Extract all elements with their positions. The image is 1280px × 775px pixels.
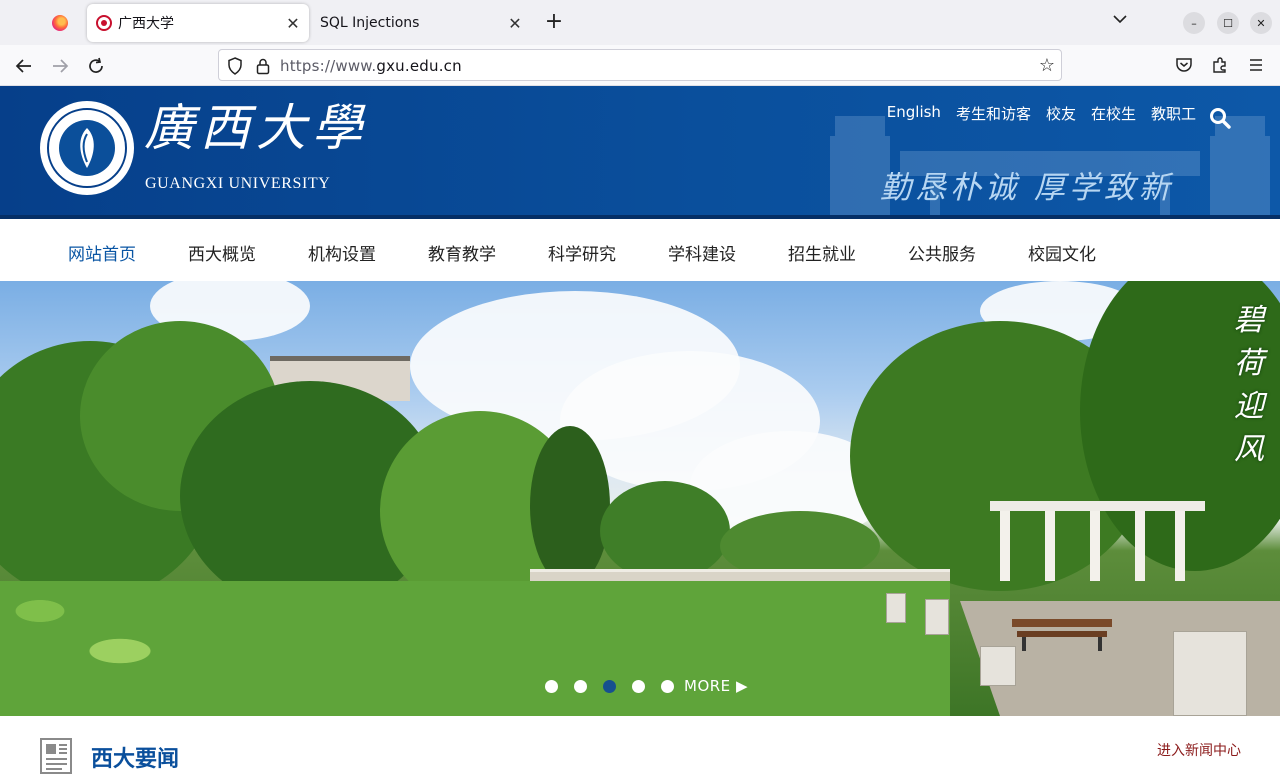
gxu-favicon-icon: [96, 15, 112, 31]
hero-banner[interactable]: 碧荷迎风 MORE ▶: [0, 281, 1280, 716]
close-tab-icon[interactable]: ✕: [503, 11, 527, 35]
close-tab-icon[interactable]: ✕: [281, 11, 305, 35]
top-link-prospective[interactable]: 考生和访客: [956, 103, 1031, 124]
carousel-dot[interactable]: [632, 680, 645, 693]
extensions-icon[interactable]: [1208, 53, 1232, 77]
maximize-icon[interactable]: ☐: [1217, 12, 1239, 34]
carousel-dots: [545, 680, 674, 693]
news-section-title: 西大要闻: [91, 747, 180, 772]
new-tab-icon[interactable]: +: [542, 11, 566, 35]
bookmark-star-icon[interactable]: ☆: [1039, 55, 1055, 76]
address-bar[interactable]: https://www.gxu.edu.cn ☆: [218, 49, 1062, 81]
tab-title: SQL Injections: [320, 15, 420, 31]
reload-icon[interactable]: [82, 52, 110, 80]
nav-research[interactable]: 科学研究: [548, 240, 616, 265]
nav-education[interactable]: 教育教学: [428, 240, 496, 265]
search-icon[interactable]: [1208, 106, 1232, 130]
pergola: [990, 501, 1205, 581]
top-links: English 考生和访客 校友 在校生 教职工: [887, 103, 1196, 124]
url-text: https://www.gxu.edu.cn: [280, 57, 462, 75]
close-window-icon[interactable]: ✕: [1250, 12, 1272, 34]
bench: [1012, 619, 1112, 651]
firefox-view-button[interactable]: [44, 10, 76, 36]
carousel-dot[interactable]: [574, 680, 587, 693]
site-header: 廣西大學 GUANGXI UNIVERSITY English 考生和访客 校友…: [0, 86, 1280, 219]
lock-icon[interactable]: [255, 57, 271, 75]
top-link-students[interactable]: 在校生: [1091, 103, 1136, 124]
back-arrow-icon[interactable]: [10, 52, 38, 80]
nav-services[interactable]: 公共服务: [908, 240, 976, 265]
lotus-pond: [0, 581, 950, 716]
minimize-icon[interactable]: –: [1183, 12, 1205, 34]
pocket-icon[interactable]: [1172, 53, 1196, 77]
more-label: MORE: [684, 677, 731, 695]
nav-organization[interactable]: 机构设置: [308, 240, 376, 265]
carousel-dot[interactable]: [545, 680, 558, 693]
carousel-dot-active[interactable]: [603, 680, 616, 693]
nav-culture[interactable]: 校园文化: [1028, 240, 1096, 265]
tab-title: 广西大学: [118, 16, 174, 32]
url-prefix: https://www.: [280, 57, 377, 75]
university-seal-logo[interactable]: [40, 101, 134, 195]
browser-nav-bar: https://www.gxu.edu.cn ☆: [0, 45, 1280, 86]
university-name-en[interactable]: GUANGXI UNIVERSITY: [145, 175, 330, 193]
caret-right-icon: ▶: [735, 677, 748, 695]
firefox-icon: [52, 15, 68, 31]
university-motto: 勤恳朴诚 厚学致新: [880, 170, 1174, 206]
menu-icon[interactable]: [1244, 53, 1268, 77]
hero-more-link[interactable]: MORE ▶: [684, 677, 748, 695]
top-link-alumni[interactable]: 校友: [1046, 103, 1076, 124]
nav-home[interactable]: 网站首页: [68, 240, 136, 265]
main-navigation: 网站首页 西大概览 机构设置 教育教学 科学研究 学科建设 招生就业 公共服务 …: [0, 219, 1280, 281]
chevron-down-icon[interactable]: [1108, 11, 1132, 35]
carousel-dot[interactable]: [661, 680, 674, 693]
news-center-link[interactable]: 进入新闻中心: [1157, 740, 1241, 760]
nav-overview[interactable]: 西大概览: [188, 240, 256, 265]
top-link-staff[interactable]: 教职工: [1151, 103, 1196, 124]
forward-arrow-icon[interactable]: [46, 52, 74, 80]
tab-gxu[interactable]: 广西大学 ✕: [87, 4, 309, 42]
nav-admissions[interactable]: 招生就业: [788, 240, 856, 265]
hero-caption: 碧荷迎风: [1234, 303, 1264, 467]
top-link-english[interactable]: English: [887, 103, 941, 124]
newspaper-icon: [40, 738, 72, 774]
nav-disciplines[interactable]: 学科建设: [668, 240, 736, 265]
browser-tab-bar: 广西大学 ✕ SQL Injections ✕ + – ☐ ✕: [0, 0, 1280, 45]
tab-sql-injections[interactable]: SQL Injections ✕: [309, 4, 531, 42]
university-name-cn[interactable]: 廣西大學: [144, 98, 368, 158]
tracking-shield-icon[interactable]: [227, 57, 243, 75]
url-domain: gxu.edu.cn: [376, 57, 462, 75]
